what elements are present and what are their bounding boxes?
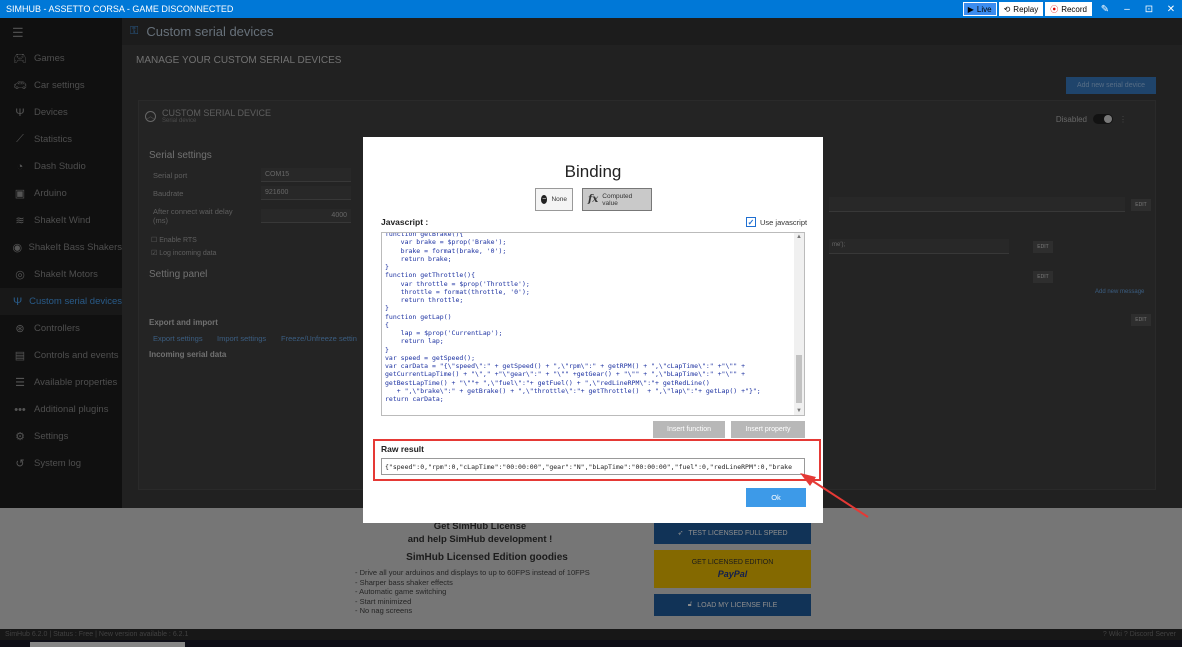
- none-label: None: [551, 196, 567, 203]
- raw-result-field[interactable]: {"speed":0,"rpm":0,"cLapTime":"00:00:00"…: [381, 458, 805, 475]
- editor-scrollbar[interactable]: ▲ ▼: [794, 233, 804, 415]
- live-label: Live: [976, 4, 992, 14]
- javascript-label: Javascript :: [381, 217, 429, 227]
- scroll-down-icon[interactable]: ▼: [796, 408, 802, 414]
- scroll-up-icon[interactable]: ▲: [796, 234, 802, 240]
- live-button[interactable]: ▶ Live: [962, 2, 997, 16]
- replay-button[interactable]: ⟲ Replay: [998, 2, 1044, 16]
- pin-icon[interactable]: ✎: [1094, 4, 1116, 15]
- binding-dialog: Binding − None fx Computed value Javascr…: [363, 137, 823, 523]
- function-icon: fx: [588, 194, 599, 205]
- code-text[interactable]: function getBrake(){ var brake = $prop('…: [385, 233, 790, 403]
- use-javascript-checkbox[interactable]: ✓ Use javascript: [746, 217, 807, 227]
- title-bar: SIMHUB - ASSETTO CORSA - GAME DISCONNECT…: [0, 0, 1182, 18]
- play-icon: ▶: [967, 4, 974, 14]
- replay-icon: ⟲: [1003, 4, 1011, 14]
- record-button[interactable]: ⦿ Record: [1045, 2, 1092, 16]
- minimize-button[interactable]: –: [1116, 4, 1138, 15]
- none-mode-button[interactable]: − None: [535, 188, 573, 211]
- javascript-editor[interactable]: function getBrake(){ var brake = $prop('…: [381, 232, 805, 416]
- insert-function-button[interactable]: Insert function: [653, 421, 725, 438]
- computed-mode-button[interactable]: fx Computed value: [582, 188, 652, 211]
- record-icon: ⦿: [1050, 4, 1059, 14]
- scroll-thumb[interactable]: [796, 355, 802, 403]
- insert-property-button[interactable]: Insert property: [731, 421, 805, 438]
- use-javascript-label: Use javascript: [760, 217, 808, 227]
- ok-button[interactable]: Ok: [746, 488, 806, 507]
- raw-result-label: Raw result: [381, 444, 424, 454]
- record-label: Record: [1061, 4, 1087, 14]
- close-button[interactable]: ✕: [1160, 4, 1182, 15]
- none-icon: −: [541, 195, 548, 204]
- dialog-title: Binding: [564, 162, 622, 181]
- computed-label: Computed value: [602, 192, 633, 207]
- check-icon: ✓: [746, 217, 756, 227]
- window-title: SIMHUB - ASSETTO CORSA - GAME DISCONNECT…: [6, 4, 234, 14]
- restore-button[interactable]: ⊡: [1138, 4, 1160, 15]
- replay-label: Replay: [1013, 4, 1039, 14]
